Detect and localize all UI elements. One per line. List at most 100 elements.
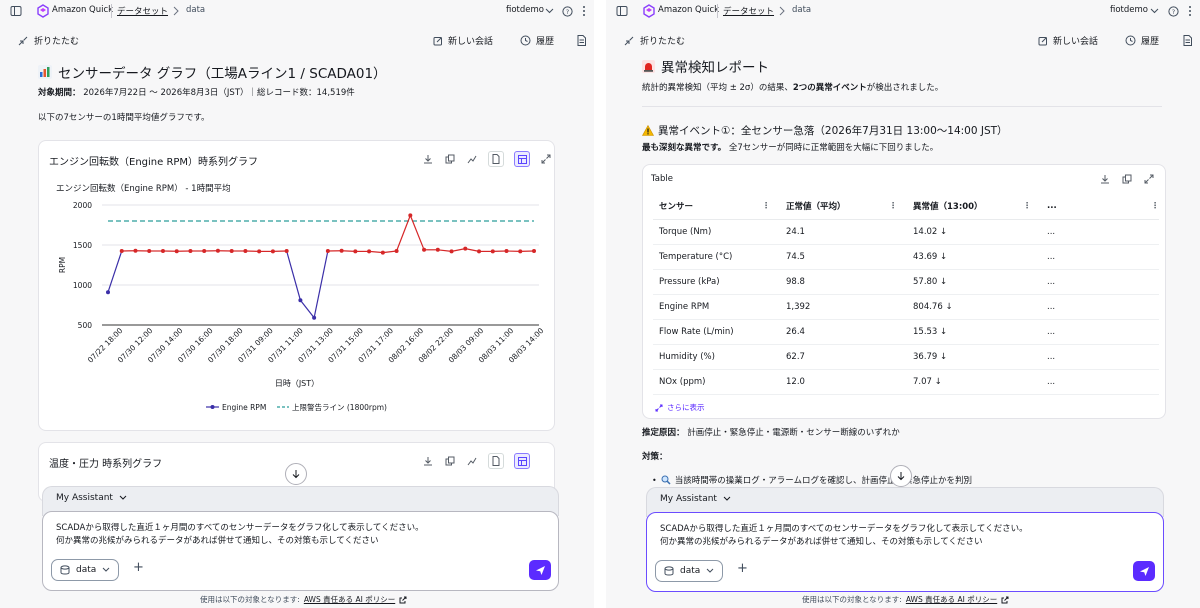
chevron-down-icon[interactable] — [1149, 6, 1159, 16]
download-icon[interactable] — [422, 455, 434, 467]
prompt-line-2: 何か異常の兆候がみられるデータがあれば併せて通知し、その対策も示してください — [660, 537, 983, 547]
doc-view-icon[interactable] — [488, 151, 504, 167]
collapse-button[interactable]: 折りたたむ — [18, 34, 79, 47]
series-segment — [465, 248, 480, 252]
column-menu-icon[interactable]: ⋮ — [762, 201, 770, 210]
summary-text: 統計的異常検知（平均 ± 2σ）の結果、2つの異常イベントが検出されました。 — [642, 81, 943, 93]
send-button[interactable] — [1133, 561, 1155, 581]
magnifier-icon — [661, 475, 671, 485]
chat-composer[interactable]: SCADAから取得した直近１ヶ月間のすべてのセンサーデータをグラフ化して表示して… — [42, 511, 559, 591]
send-button[interactable] — [529, 560, 551, 580]
assistant-label: My Assistant — [56, 493, 113, 503]
y-tick-label: 1000 — [73, 281, 92, 290]
policy-link[interactable]: AWS 責任ある AI ポリシー — [906, 594, 997, 605]
new-chat-button[interactable]: 新しい会話 — [1038, 34, 1098, 47]
history-button[interactable]: 履歴 — [520, 34, 554, 47]
download-icon[interactable] — [422, 153, 434, 165]
help-icon[interactable]: ? — [1167, 5, 1179, 17]
table-view-icon[interactable] — [514, 151, 530, 167]
table-row: Engine RPM 1,392 804.76 ↓... — [653, 294, 1159, 320]
table-cell: 74.5 — [780, 244, 907, 270]
chevron-down-icon[interactable] — [544, 6, 554, 16]
user-menu[interactable]: fiotdemo — [1110, 5, 1148, 15]
svg-text:?: ? — [565, 8, 568, 16]
column-menu-icon[interactable]: ⋮ — [1151, 201, 1159, 210]
column-header[interactable]: センサー ⋮ — [653, 193, 780, 220]
copy-icon[interactable] — [444, 153, 456, 165]
scroll-down-button[interactable] — [890, 465, 912, 487]
data-point — [229, 249, 234, 253]
chart-card-title: エンジン回転数（Engine RPM）時系列グラフ — [49, 157, 259, 168]
data-point — [147, 249, 152, 253]
table-view-icon[interactable] — [514, 453, 530, 469]
new-chat-label: 新しい会話 — [1053, 37, 1099, 47]
data-point — [257, 249, 262, 254]
legend-marker-swatch — [210, 405, 215, 409]
external-link-icon — [1001, 596, 1009, 603]
bar-chart-icon — [38, 65, 52, 79]
left-panel: Amazon Quick データセット data fiotdemo ? 折りたた… — [0, 0, 594, 608]
column-menu-icon[interactable]: ⋮ — [1023, 201, 1031, 210]
more-vertical-icon[interactable] — [1184, 4, 1196, 18]
alarm-siren-icon — [642, 59, 655, 73]
app-name: Amazon Quick — [658, 5, 720, 15]
download-icon[interactable] — [1099, 173, 1111, 185]
sidebar-toggle-icon[interactable] — [10, 5, 22, 17]
prompt-line-1: SCADAから取得した直近１ヶ月間のすべてのセンサーデータをグラフ化して表示して… — [660, 524, 1028, 534]
data-point — [408, 213, 413, 218]
user-menu[interactable]: fiotdemo — [506, 5, 544, 15]
column-menu-icon[interactable]: ⋮ — [889, 201, 897, 210]
rpm-line-chart: エンジン回転数（Engine RPM） - 1時間平均 500 1000 1500 2… — [56, 183, 546, 412]
add-attachment-button[interactable]: + — [133, 560, 144, 575]
chart-type-icon[interactable] — [466, 153, 478, 165]
data-source-selector[interactable]: data — [655, 560, 724, 582]
column-header[interactable]: 異常値（13:00） ⋮ — [907, 193, 1041, 220]
clock-icon — [1125, 35, 1136, 46]
copy-icon[interactable] — [1121, 173, 1133, 185]
data-source-selector[interactable]: data — [51, 559, 120, 581]
period-value: 2026年7月22日 〜 2026年8月3日（JST）｜総レコード数：14,51… — [80, 88, 355, 98]
document-icon[interactable] — [1182, 34, 1192, 46]
y-tick-label: 2000 — [73, 201, 92, 210]
table-cell: 1,392 — [780, 294, 907, 320]
scroll-down-button[interactable] — [285, 463, 307, 485]
series-segment — [341, 250, 356, 252]
help-icon[interactable]: ? — [561, 5, 573, 17]
column-header[interactable]: 正常値（平均） ⋮ — [780, 193, 907, 220]
history-button[interactable]: 履歴 — [1125, 34, 1159, 47]
doc-view-icon[interactable] — [488, 453, 504, 469]
cause-label: 推定原因： — [642, 428, 685, 438]
sidebar-toggle-icon[interactable] — [616, 5, 628, 17]
document-icon[interactable] — [576, 34, 586, 46]
expand-icon[interactable] — [1143, 173, 1155, 185]
table-cell: ... — [1041, 319, 1159, 345]
policy-link[interactable]: AWS 責任ある AI ポリシー — [304, 594, 395, 605]
breadcrumb-dataset-link[interactable]: データセット — [723, 5, 774, 17]
data-point — [106, 290, 110, 295]
prompt-line-1: SCADAから取得した直近１ヶ月間のすべてのセンサーデータをグラフ化して表示して… — [56, 523, 424, 533]
add-attachment-button[interactable]: + — [737, 561, 748, 576]
event-bold: 最も深刻な異常です。 — [642, 143, 727, 153]
assistant-selector[interactable]: My Assistant — [56, 493, 127, 503]
copy-icon[interactable] — [444, 455, 456, 467]
table-cell: NOx (ppm) — [653, 369, 780, 395]
chat-composer[interactable]: SCADAから取得した直近１ヶ月間のすべてのセンサーデータをグラフ化して表示して… — [646, 512, 1164, 592]
chart-type-icon[interactable] — [466, 455, 478, 467]
column-header[interactable]: ... ⋮ — [1041, 193, 1159, 220]
prompt-text[interactable]: SCADAから取得した直近１ヶ月間のすべてのセンサーデータをグラフ化して表示して… — [56, 522, 424, 548]
table-cell: 26.4 — [780, 319, 907, 345]
chart-card-2-toolbar — [422, 453, 530, 469]
breadcrumb-dataset-link[interactable]: データセット — [117, 5, 168, 17]
more-vertical-icon[interactable] — [578, 4, 590, 18]
expand-icon[interactable] — [540, 153, 552, 165]
chevron-right-icon — [777, 5, 787, 17]
event-heading-text: 異常イベント①：全センサー急落（2026年7月31日 13:00〜14:00 J… — [658, 125, 1008, 137]
new-chat-button[interactable]: 新しい会話 — [433, 34, 493, 47]
assistant-selector[interactable]: My Assistant — [660, 494, 731, 504]
top-bar: Amazon Quick データセット data fiotdemo ? — [606, 0, 1200, 22]
database-icon — [60, 565, 70, 575]
breadcrumb-data: data — [186, 5, 206, 15]
collapse-button[interactable]: 折りたたむ — [624, 34, 685, 47]
prompt-text[interactable]: SCADAから取得した直近１ヶ月間のすべてのセンサーデータをグラフ化して表示して… — [660, 523, 1028, 549]
show-more-link[interactable]: さらに表示 — [655, 402, 705, 413]
